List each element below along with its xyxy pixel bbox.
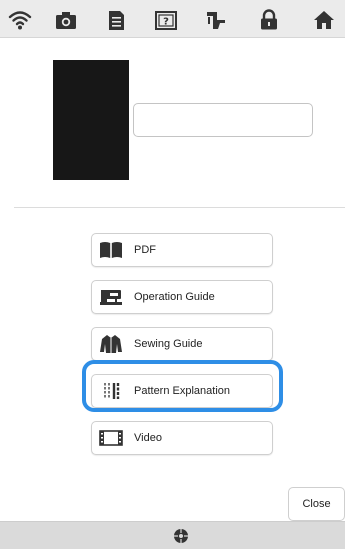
book-icon — [99, 240, 123, 260]
operation-guide-button[interactable]: Operation Guide — [91, 280, 273, 314]
bottom-bar — [0, 521, 345, 549]
divider — [14, 207, 345, 208]
sewing-guide-label: Sewing Guide — [134, 338, 203, 350]
sewing-machine-icon — [99, 287, 123, 307]
lock-icon[interactable] — [256, 7, 282, 33]
top-toolbar: ? — [0, 0, 345, 38]
garment-icon — [99, 334, 123, 354]
operation-guide-label: Operation Guide — [134, 291, 215, 303]
name-field[interactable] — [133, 103, 313, 137]
help-icon[interactable]: ? — [153, 7, 179, 33]
selection-highlight — [82, 360, 283, 412]
video-button[interactable]: Video — [91, 421, 273, 455]
thread-spool-icon[interactable] — [173, 528, 189, 544]
home-icon[interactable] — [311, 7, 337, 33]
wifi-icon[interactable] — [7, 7, 33, 33]
sewing-machine-icon[interactable] — [203, 7, 229, 33]
camera-icon[interactable] — [53, 7, 79, 33]
video-label: Video — [134, 432, 162, 444]
sewing-guide-button[interactable]: Sewing Guide — [91, 327, 273, 361]
close-button[interactable]: Close — [288, 487, 345, 521]
pdf-button[interactable]: PDF — [91, 233, 273, 267]
svg-text:?: ? — [163, 17, 169, 28]
pdf-label: PDF — [134, 244, 156, 256]
film-icon — [99, 428, 123, 448]
pattern-preview — [53, 60, 129, 180]
document-icon[interactable] — [103, 7, 129, 33]
